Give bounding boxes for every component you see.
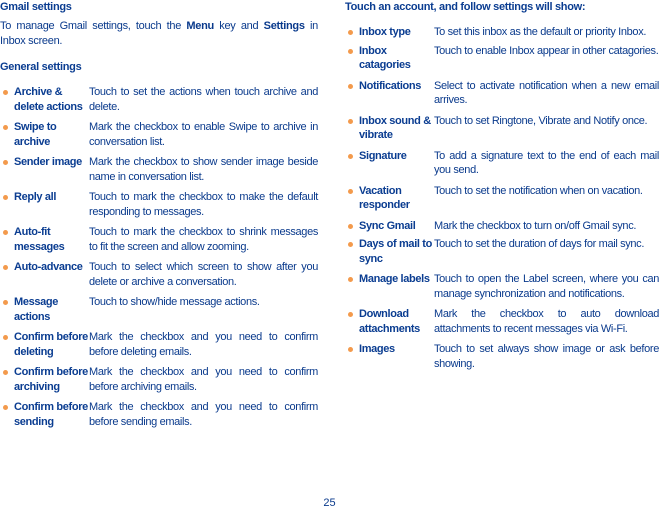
setting-term: Notifications bbox=[359, 79, 422, 92]
setting-description: Touch to set always show image or ask be… bbox=[434, 343, 659, 370]
setting-term: Vacation responder bbox=[359, 184, 410, 212]
bullet-icon bbox=[348, 48, 353, 54]
list-item: Reply all Touch to mark the checkbox to m… bbox=[0, 190, 318, 219]
setting-description: Mark the checkbox to turn on/off Gmail s… bbox=[434, 219, 637, 232]
bullet-icon bbox=[348, 242, 353, 247]
intro-text: To manage Gmail settings, touch the bbox=[0, 20, 187, 32]
right-column: Touch an account, and follow settings wi… bbox=[345, 0, 659, 371]
account-settings-list: Inbox type To set this inbox as the defau… bbox=[345, 25, 659, 371]
setting-description: To add a signature text to the end of ea… bbox=[434, 149, 659, 177]
settings-term: Settings bbox=[263, 20, 305, 32]
menu-key-term: Menu bbox=[186, 20, 214, 32]
bullet-icon bbox=[348, 312, 353, 317]
setting-term: Archive & delete actions bbox=[14, 86, 83, 113]
setting-description: Mark the checkbox and you need to confir… bbox=[89, 331, 318, 358]
setting-description: Touch to mark the checkbox to shrink mes… bbox=[89, 226, 318, 253]
setting-description: Touch to set the duration of days for ma… bbox=[434, 238, 645, 250]
bullet-icon bbox=[348, 347, 353, 352]
intro-paragraph: To manage Gmail settings, touch the Menu… bbox=[0, 19, 318, 49]
setting-description: Touch to set the notification when on va… bbox=[434, 184, 643, 197]
list-item: Images Touch to set always show image or … bbox=[345, 342, 659, 371]
setting-description: Mark the checkbox to auto download attac… bbox=[434, 308, 659, 335]
list-item: Notifications Select to activate notifica… bbox=[345, 79, 659, 108]
list-item: Days of mail to sync Touch to set the dur… bbox=[345, 237, 659, 266]
setting-term: Download attachments bbox=[359, 308, 420, 335]
list-item: Confirm before deleting Mark the checkbox… bbox=[0, 330, 318, 359]
list-item: Sender image Mark the checkbox to show se… bbox=[0, 155, 318, 184]
bullet-icon bbox=[3, 405, 8, 410]
setting-term: Sync Gmail bbox=[359, 219, 416, 232]
list-item: Manage labels Touch to open the Label scr… bbox=[345, 272, 659, 301]
setting-description: Select to activate notification when a n… bbox=[434, 79, 659, 107]
setting-term: Inbox sound & vibrate bbox=[359, 114, 431, 142]
setting-term: Sender image bbox=[14, 156, 82, 168]
setting-description: Touch to set Ringtone, Vibrate and Notif… bbox=[434, 114, 648, 127]
bullet-icon bbox=[3, 300, 8, 305]
setting-description: Mark the checkbox and you need to confir… bbox=[89, 401, 318, 428]
setting-term: Manage labels bbox=[359, 273, 430, 285]
bullet-icon bbox=[348, 30, 353, 35]
list-item: Signature To add a signature text to the … bbox=[345, 149, 659, 178]
left-column: Gmail settings To manage Gmail settings,… bbox=[0, 0, 318, 429]
setting-description: Mark the checkbox and you need to confir… bbox=[89, 366, 318, 393]
list-item: Confirm before sending Mark the checkbox … bbox=[0, 400, 318, 429]
bullet-icon bbox=[348, 223, 353, 229]
gmail-settings-heading: Gmail settings bbox=[0, 1, 72, 13]
general-settings-list: Archive & delete actions Touch to set the… bbox=[0, 85, 318, 429]
setting-description: Touch to show/hide message actions. bbox=[89, 296, 260, 308]
setting-term: Confirm before sending bbox=[14, 401, 88, 428]
bullet-icon bbox=[348, 83, 353, 89]
general-settings-heading: General settings bbox=[0, 61, 82, 73]
list-item: Sync Gmail Mark the checkbox to turn on/o… bbox=[345, 219, 659, 234]
setting-description: To set this inbox as the default or prio… bbox=[434, 26, 647, 38]
setting-term: Days of mail to sync bbox=[359, 238, 432, 265]
list-item: Inbox sound & vibrate Touch to set Ringto… bbox=[345, 114, 659, 143]
bullet-icon bbox=[3, 90, 8, 95]
setting-description: Mark the checkbox to enable Swipe to arc… bbox=[89, 121, 318, 148]
setting-term: Inbox catagories bbox=[359, 44, 411, 72]
setting-description: Touch to select which screen to show aft… bbox=[89, 261, 318, 288]
bullet-icon bbox=[3, 335, 8, 340]
bullet-icon bbox=[3, 125, 8, 130]
setting-description: Touch to set the actions when touch arch… bbox=[89, 86, 318, 113]
bullet-icon bbox=[348, 153, 353, 159]
list-item: Message actions Touch to show/hide messag… bbox=[0, 295, 318, 324]
setting-term: Confirm before deleting bbox=[14, 331, 88, 358]
setting-description: Mark the checkbox to show sender image b… bbox=[89, 156, 318, 183]
setting-description: Touch to mark the checkbox to make the d… bbox=[89, 191, 318, 218]
setting-description: Touch to enable Inbox appear in other ca… bbox=[434, 44, 659, 57]
setting-term: Confirm before archiving bbox=[14, 366, 88, 393]
setting-term: Message actions bbox=[14, 296, 59, 323]
list-item: Inbox catagories Touch to enable Inbox ap… bbox=[345, 44, 659, 73]
bullet-icon bbox=[3, 230, 8, 235]
page-number: 25 bbox=[323, 497, 336, 509]
setting-term: Inbox type bbox=[359, 26, 411, 38]
setting-description: Touch to open the Label screen, where yo… bbox=[434, 273, 659, 300]
list-item: Inbox type To set this inbox as the defau… bbox=[345, 25, 659, 40]
setting-term: Reply all bbox=[14, 191, 57, 203]
bullet-icon bbox=[348, 188, 353, 194]
intro-text: key and bbox=[213, 20, 264, 32]
setting-term: Images bbox=[359, 343, 395, 355]
list-item: Swipe to archive Mark the checkbox to ena… bbox=[0, 120, 318, 149]
account-settings-heading: Touch an account, and follow settings wi… bbox=[345, 1, 586, 13]
list-item: Auto-advance Touch to select which screen… bbox=[0, 260, 318, 289]
list-item: Vacation responder Touch to set the notif… bbox=[345, 184, 659, 213]
bullet-icon bbox=[348, 277, 353, 282]
list-item: Download attachments Mark the checkbox to… bbox=[345, 307, 659, 336]
setting-term: Auto-fit messages bbox=[14, 226, 65, 253]
setting-term: Swipe to archive bbox=[14, 121, 57, 148]
bullet-icon bbox=[348, 118, 353, 124]
bullet-icon bbox=[3, 195, 8, 200]
bullet-icon bbox=[3, 265, 8, 270]
list-item: Archive & delete actions Touch to set the… bbox=[0, 85, 318, 114]
bullet-icon bbox=[3, 160, 8, 165]
list-item: Confirm before archiving Mark the checkbo… bbox=[0, 365, 318, 394]
list-item: Auto-fit messages Touch to mark the check… bbox=[0, 225, 318, 254]
setting-term: Auto-advance bbox=[14, 261, 83, 273]
setting-term: Signature bbox=[359, 149, 407, 162]
bullet-icon bbox=[3, 370, 8, 375]
